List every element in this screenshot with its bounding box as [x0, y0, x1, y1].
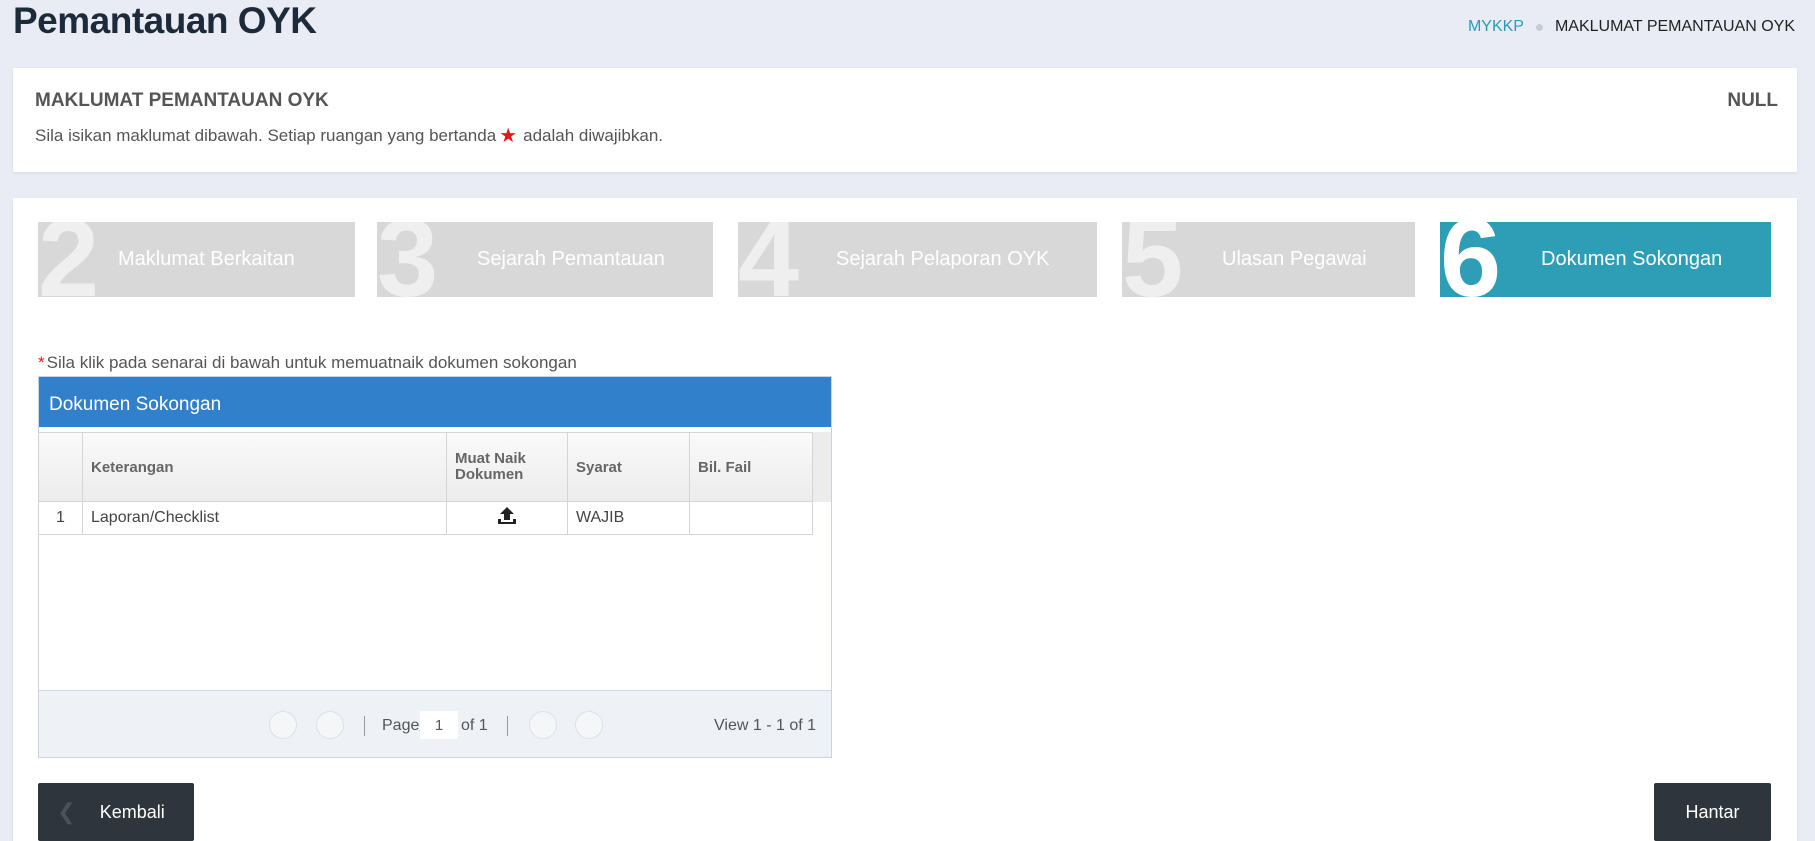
- upload-cell[interactable]: [447, 502, 568, 534]
- step-label: Dokumen Sokongan: [1541, 248, 1723, 270]
- chevron-left-icon: ❮: [57, 799, 76, 824]
- breadcrumb-link-mykkp[interactable]: MYKKP: [1468, 18, 1524, 36]
- page-of-label: of 1: [461, 717, 488, 734]
- next-page-button[interactable]: [529, 711, 557, 739]
- page-label: Page: [382, 717, 420, 734]
- step-label: Ulasan Pegawai: [1222, 248, 1367, 270]
- back-button[interactable]: ❮ Kembali: [38, 783, 194, 841]
- grid-caption: Dokumen Sokongan: [39, 377, 831, 427]
- status-label: NULL: [1727, 90, 1778, 111]
- row-number: 1: [39, 502, 83, 534]
- last-page-button[interactable]: [575, 711, 603, 739]
- instruction-after: adalah diwajibkan.: [523, 126, 664, 145]
- step-number: 2: [38, 222, 100, 297]
- page-number-input[interactable]: [420, 711, 458, 739]
- row-syarat: WAJIB: [568, 502, 690, 534]
- step-label: Sejarah Pelaporan OYK: [836, 248, 1050, 270]
- column-header-rownum: [39, 433, 83, 501]
- step-number: 4: [738, 222, 800, 297]
- view-count: View 1 - 1 of 1: [714, 717, 816, 734]
- column-header-muat-naik[interactable]: Muat Naik Dokumen: [447, 433, 568, 501]
- section-heading: MAKLUMAT PEMANTAUAN OYK: [35, 90, 329, 111]
- row-keterangan[interactable]: Laporan/Checklist: [83, 502, 447, 534]
- instruction-text: Sila isikan maklumat dibawah. Setiap rua…: [35, 126, 663, 146]
- pager-separator: [507, 716, 508, 736]
- step-5-ulasan-pegawai[interactable]: 5 Ulasan Pegawai: [1122, 222, 1415, 297]
- submit-button-label: Hantar: [1685, 801, 1740, 822]
- step-label: Sejarah Pemantauan: [477, 248, 665, 270]
- step-2-maklumat-berkaitan[interactable]: 2 Maklumat Berkaitan: [38, 222, 355, 297]
- prev-page-button[interactable]: [316, 711, 344, 739]
- column-header-keterangan[interactable]: Keterangan: [83, 433, 447, 501]
- first-page-button[interactable]: [269, 711, 297, 739]
- breadcrumb-current: MAKLUMAT PEMANTAUAN OYK: [1554, 18, 1795, 35]
- upload-note-text: Sila klik pada senarai di bawah untuk me…: [46, 353, 577, 372]
- table-row[interactable]: 1 Laporan/Checklist WAJIB: [39, 502, 813, 535]
- step-number: 3: [377, 222, 439, 297]
- row-bil-fail: [690, 502, 813, 534]
- info-card: MAKLUMAT PEMANTAUAN OYK NULL Sila isikan…: [13, 68, 1797, 172]
- documents-grid: Dokumen Sokongan Keterangan Muat Naik Do…: [38, 376, 832, 758]
- upload-icon[interactable]: [496, 506, 518, 531]
- grid-header-scroll-spacer: [812, 432, 831, 502]
- required-marker: *: [38, 353, 45, 372]
- grid-header: Keterangan Muat Naik Dokumen Syarat Bil.…: [39, 432, 813, 502]
- step-number: 5: [1122, 222, 1184, 297]
- step-4-sejarah-pelaporan[interactable]: 4 Sejarah Pelaporan OYK: [738, 222, 1097, 297]
- column-header-syarat[interactable]: Syarat: [568, 433, 690, 501]
- column-header-bil-fail[interactable]: Bil. Fail: [690, 433, 813, 501]
- step-3-sejarah-pemantauan[interactable]: 3 Sejarah Pemantauan: [377, 222, 713, 297]
- step-6-dokumen-sokongan[interactable]: 6 Dokumen Sokongan: [1440, 222, 1771, 297]
- step-number: 6: [1440, 222, 1502, 297]
- step-label: Maklumat Berkaitan: [118, 248, 295, 270]
- wizard-card: 2 Maklumat Berkaitan 3 Sejarah Pemantaua…: [13, 198, 1797, 841]
- pager-separator: [364, 716, 365, 736]
- breadcrumb: MYKKP MAKLUMAT PEMANTAUAN OYK: [1468, 18, 1795, 36]
- page-title: Pemantauan OYK: [13, 0, 317, 41]
- submit-button[interactable]: Hantar: [1654, 783, 1771, 841]
- upload-note: * Sila klik pada senarai di bawah untuk m…: [38, 353, 577, 373]
- grid-pager: Page of 1 View 1 - 1 of 1: [39, 690, 831, 757]
- back-button-label: Kembali: [99, 801, 165, 822]
- required-star-icon: ★: [499, 125, 518, 147]
- breadcrumb-separator: [1535, 23, 1543, 31]
- instruction-before: Sila isikan maklumat dibawah. Setiap rua…: [35, 126, 497, 145]
